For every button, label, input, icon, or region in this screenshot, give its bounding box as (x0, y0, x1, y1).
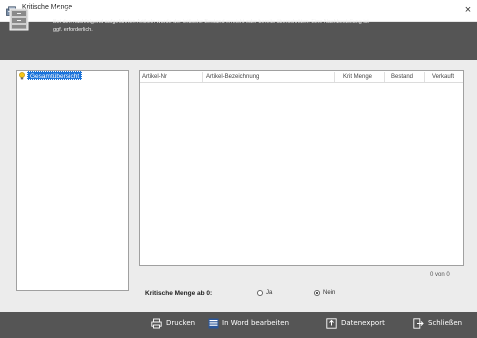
printer-icon[interactable] (151, 318, 162, 329)
column-divider (384, 72, 385, 82)
article-table[interactable] (139, 70, 464, 266)
category-tree[interactable] (16, 70, 129, 291)
lightbulb-icon (19, 72, 25, 80)
radio-nein[interactable] (314, 290, 320, 296)
close-button[interactable]: × (460, 2, 476, 18)
radio-nein-label[interactable]: Nein (323, 290, 335, 296)
column-divider (424, 72, 425, 82)
column-header-krit-menge[interactable]: Krit Menge (343, 71, 372, 83)
header-title: Kritische Menge - Nachbestellung (53, 4, 246, 18)
column-divider (334, 72, 335, 82)
column-header-bestand[interactable]: Bestand (391, 71, 413, 83)
word-edit-button[interactable]: In Word bearbeiten (222, 319, 289, 327)
print-button[interactable]: Drucken (166, 319, 195, 327)
header-description: Bei den nachfolgend aufgeführten Artikel… (53, 19, 369, 33)
column-header-verkauft[interactable]: Verkauft (432, 71, 454, 83)
radio-ja-label[interactable]: Ja (266, 290, 272, 296)
tree-item-gesamtuebersicht[interactable]: Gesamtübersicht (27, 71, 83, 80)
export-icon[interactable] (326, 318, 337, 329)
record-count: 0 von 0 (430, 272, 450, 278)
word-icon[interactable] (208, 318, 219, 329)
cabinet-icon (9, 8, 29, 31)
filter-label: Kritische Menge ab 0: (145, 290, 213, 297)
table-header (140, 71, 463, 83)
column-divider (202, 72, 203, 82)
close-dialog-button[interactable]: Schließen (428, 319, 462, 327)
column-header-artikel-bezeichnung[interactable]: Artikel-Bezeichnung (206, 71, 259, 83)
exit-icon[interactable] (413, 318, 424, 329)
export-button[interactable]: Datenexport (341, 319, 385, 327)
radio-ja[interactable] (257, 290, 263, 296)
column-header-artikel-nr[interactable]: Artikel-Nr (142, 71, 167, 83)
